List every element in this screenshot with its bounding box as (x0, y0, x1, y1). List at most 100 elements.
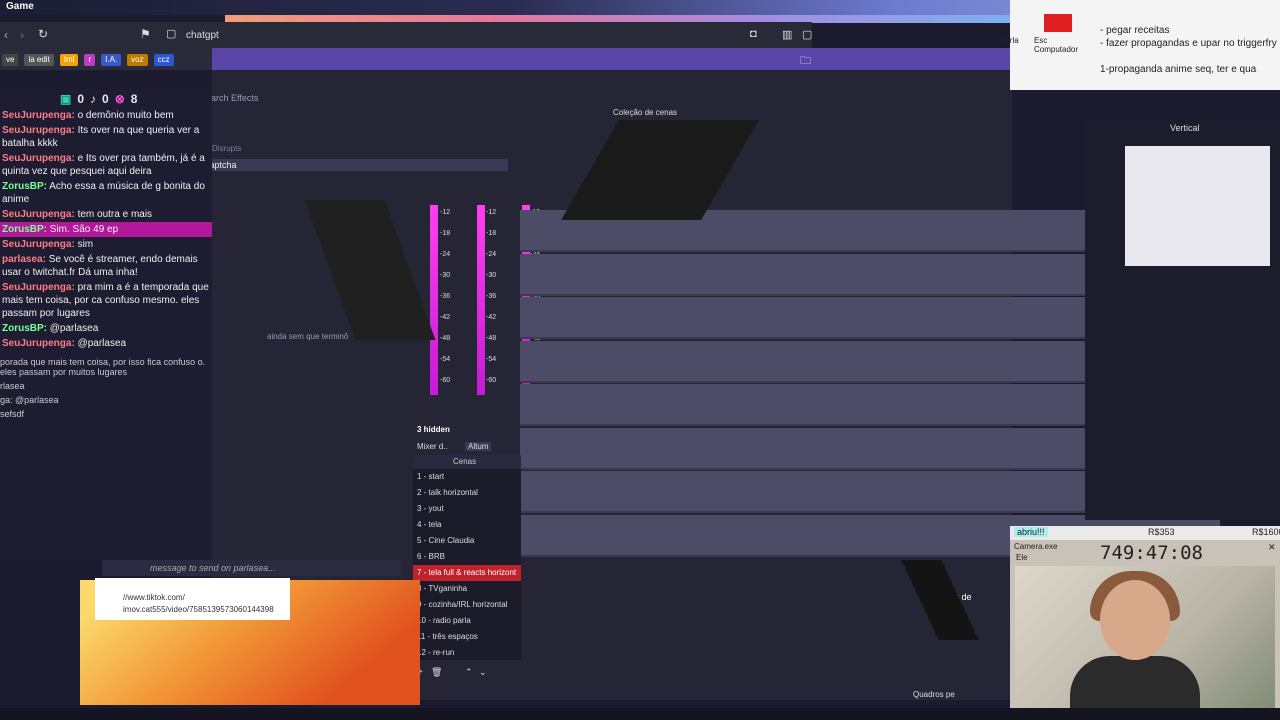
meter-tick-label: -36 (440, 293, 451, 300)
chat-username[interactable]: ZorusBP: (2, 224, 47, 235)
taskbar (0, 708, 1280, 720)
bookmark-item[interactable]: ia edit (24, 54, 54, 66)
bookmark-item[interactable]: ccz (153, 54, 174, 66)
record-icon[interactable] (1044, 14, 1072, 32)
scene-item[interactable]: 10 - radio parla (413, 613, 521, 629)
camera-timer: 749:47:08 (1100, 542, 1203, 564)
scene-item[interactable]: 5 - Cine Claudia (413, 533, 521, 549)
chat-extra-line: sefsdf (0, 409, 25, 419)
chat-extra: porada que mais tem coisa, por isso fica… (0, 355, 212, 421)
move-down-icon[interactable]: ⌄ (479, 667, 487, 678)
chat-extra-line: rlasea (0, 381, 25, 391)
count-b: 0 (102, 92, 109, 106)
bookmark-item[interactable]: I.A. (101, 54, 122, 66)
chat-username[interactable]: SeuJurupenga: (2, 209, 75, 220)
camera-feed (1015, 566, 1275, 716)
meter-tick-label: -36 (486, 293, 497, 300)
notes-text: - pegar receitas - fazer propagandas e up… (1100, 24, 1277, 76)
sidebar-icon[interactable]: ▥ (782, 28, 792, 41)
screenshot-icon[interactable]: ◘ (750, 28, 757, 40)
scene-item[interactable]: 3 - yout (413, 501, 521, 517)
scenes-title: Cenas (413, 455, 521, 469)
parla-label: Parla (1000, 36, 1019, 45)
scene-item[interactable]: 1 - start (413, 469, 521, 485)
chat-message: SeuJurupenga: o demônio muito bem (0, 108, 212, 123)
camera-window: abriu!!! R$353 R$1600 Camera.exe Ele ✕ 7… (1010, 526, 1280, 720)
altum-tab[interactable]: Altum (465, 442, 492, 451)
scene-list: 1 - start 2 - talk horizontal 3 - yout 4 - … (413, 469, 521, 661)
scene-item[interactable]: 7 - tela full & reacts horizont (413, 565, 521, 581)
frame-icon[interactable]: ▢ (802, 28, 812, 41)
scene-item[interactable]: 9 - cozinha/IRL horizontal (413, 597, 521, 613)
obs-top-bar: 🗀 (212, 48, 1012, 70)
chat-extra-line: ga: @parlasea (0, 395, 59, 405)
chat-message-input[interactable]: message to send on parlasea... (102, 560, 402, 576)
bookmark-item[interactable]: r (84, 54, 96, 66)
scene-item[interactable]: 11 - três espaços (413, 629, 521, 645)
chat-username[interactable]: SeuJurupenga: (2, 153, 75, 164)
chat-username[interactable]: SeuJurupenga: (2, 110, 75, 121)
bookmark-icon[interactable]: ⚑ (140, 27, 151, 41)
bookmark-item[interactable]: voz (127, 54, 148, 66)
meter-tick-label: -12 (486, 209, 497, 216)
meter-tick-label: -54 (440, 356, 451, 363)
note-line: - pegar receitas (1100, 25, 1170, 36)
tab-icon: ▢ (166, 28, 177, 40)
chat-text: @parlasea (77, 338, 127, 349)
chat-text: tem outra e mais (77, 209, 153, 220)
folder-icon[interactable]: 🗀 (800, 52, 811, 71)
chat-username[interactable]: SeuJurupenga: (2, 239, 75, 250)
chat-text: o demônio muito bem (77, 110, 174, 121)
chat-username[interactable]: SeuJurupenga: (2, 125, 75, 136)
delete-scene-icon[interactable]: 🗑 (431, 667, 442, 678)
move-up-icon[interactable]: ⌃ (465, 667, 473, 678)
twitch-icon: ▣ (60, 92, 72, 106)
close-icon: ⊗ (114, 92, 125, 106)
scenes-panel: Cenas 1 - start 2 - talk horizontal 3 - yo… (413, 455, 521, 678)
chat-username[interactable]: ZorusBP: (2, 181, 47, 192)
meter-tick-label: -48 (440, 335, 451, 342)
count-c: 8 (130, 92, 138, 106)
chat-message: ZorusBP: Sim. São 49 ep (0, 222, 212, 237)
person-face (1100, 580, 1170, 660)
forward-icon[interactable]: › (20, 28, 24, 42)
chat-message: SeuJurupenga: tem outra e mais (0, 207, 212, 222)
camera-sub-label: Ele (1016, 553, 1028, 562)
audio-meter (430, 205, 438, 395)
chat-username[interactable]: ZorusBP: (2, 323, 47, 334)
tab-chatgpt[interactable]: chatgpt (186, 30, 219, 41)
bookmark-item[interactable]: ve (2, 54, 19, 66)
meter-tick-label: -30 (440, 272, 451, 279)
scene-item[interactable]: 12 - re-run (413, 645, 521, 661)
chat-message: ZorusBP: Acho essa a música de g bonita … (0, 179, 212, 207)
collection-label[interactable]: Coleção de cenas (613, 108, 677, 117)
scene-item[interactable]: 4 - tela (413, 517, 521, 533)
vertical-label: Vertical (1170, 123, 1200, 133)
mixer-tab[interactable]: Mixer d.. (417, 442, 448, 451)
camera-header: abriu!!! R$353 R$1600 (1010, 526, 1280, 540)
chat-username[interactable]: parlasea: (2, 254, 46, 265)
chat-message: SeuJurupenga: e Its over pra também, já … (0, 151, 212, 179)
scene-item[interactable]: 6 - BRB (413, 549, 521, 565)
chat-counts: ▣ 0 ♪ 0 ⊗ 8 (0, 90, 212, 108)
browser-toolbar: ‹ › ↻ ⚑ ▢ chatgpt ◘ ▥ ▢ (0, 22, 812, 50)
bookmark-item[interactable]: tml (59, 54, 79, 66)
tiktok-icon: ♪ (90, 92, 97, 106)
captcha-row[interactable]: Captcha (188, 159, 508, 171)
chat-text: sim (77, 239, 94, 250)
tiktok-url-box[interactable]: //www.tiktok.com/ imov.cat555/video/7585… (95, 578, 290, 620)
chat-username[interactable]: SeuJurupenga: (2, 282, 75, 293)
note-line (1100, 50, 1277, 63)
back-icon[interactable]: ‹ (4, 28, 8, 42)
camera-close-icon[interactable]: ✕ (1268, 542, 1276, 553)
chat-message: ZorusBP: @parlasea (0, 321, 212, 336)
chat-messages: SeuJurupenga: o demônio muito bem SeuJuru… (0, 108, 212, 351)
camera-title-left: abriu!!! (1014, 527, 1048, 537)
chat-username[interactable]: SeuJurupenga: (2, 338, 75, 349)
scene-item[interactable]: 2 - talk horizontal (413, 485, 521, 501)
reload-icon[interactable]: ↻ (38, 27, 48, 41)
chat-status-text: ainda sem que terminô (267, 332, 349, 341)
chat-text: Sim. São 49 ep (49, 224, 119, 235)
scene-item[interactable]: 8 - TVganinha (413, 581, 521, 597)
computer-label: Esc Computador (1034, 36, 1079, 54)
